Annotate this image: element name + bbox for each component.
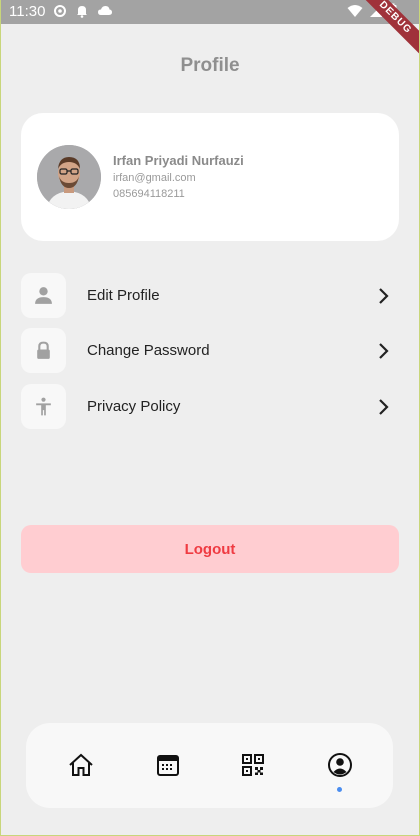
page-title: Profile	[180, 55, 240, 76]
profile-screen: 11:30 DEBUG Profile Irfan Priyadi Nurfau…	[1, 0, 419, 835]
menu-label-change-password: Change Password	[87, 342, 210, 359]
menu-item-edit-profile[interactable]: Edit Profile	[21, 273, 399, 319]
menu-icon-box	[21, 384, 66, 429]
bottom-nav	[26, 723, 393, 808]
accessibility-icon	[36, 397, 51, 416]
profile-card: Irfan Priyadi Nurfauzi irfan@gmail.com 0…	[21, 113, 399, 241]
status-bar: 11:30 DEBUG	[1, 0, 419, 60]
profile-name: Irfan Priyadi Nurfauzi	[113, 153, 244, 168]
profile-email: irfan@gmail.com	[113, 172, 196, 184]
menu-label-privacy-policy: Privacy Policy	[87, 398, 181, 415]
active-indicator-dot	[337, 787, 342, 792]
chevron-right-icon	[379, 399, 389, 415]
bell-icon	[77, 6, 87, 18]
menu-label-edit-profile: Edit Profile	[87, 287, 160, 304]
person-icon	[35, 287, 52, 304]
menu-item-privacy-policy[interactable]: Privacy Policy	[21, 384, 399, 430]
logout-button[interactable]: Logout	[21, 525, 399, 573]
wifi-icon	[347, 5, 363, 17]
gear-icon	[54, 5, 66, 17]
status-time: 11:30	[9, 3, 46, 20]
chevron-right-icon	[379, 343, 389, 359]
chevron-right-icon	[379, 288, 389, 304]
home-icon[interactable]	[67, 751, 95, 779]
calendar-icon[interactable]	[154, 751, 182, 779]
menu-icon-box	[21, 328, 66, 373]
account-icon[interactable]	[326, 751, 354, 779]
menu-item-change-password[interactable]: Change Password	[21, 328, 399, 374]
profile-phone: 085694118211	[113, 188, 185, 200]
cloud-icon	[98, 6, 112, 15]
avatar	[37, 145, 101, 209]
status-icons-left	[53, 3, 113, 19]
qr-code-icon[interactable]	[239, 751, 267, 779]
lock-icon	[37, 341, 50, 359]
menu-icon-box	[21, 273, 66, 318]
